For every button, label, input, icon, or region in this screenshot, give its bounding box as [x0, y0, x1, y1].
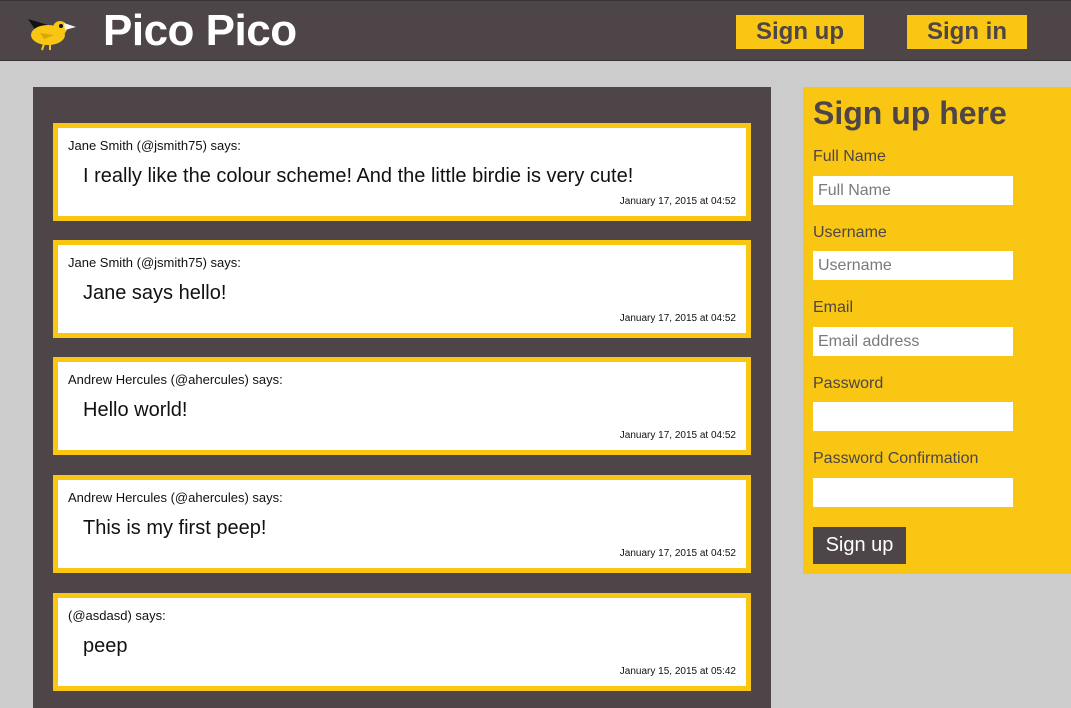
brand-title[interactable]: Pico Pico: [103, 5, 297, 57]
signup-submit-button[interactable]: Sign up: [813, 527, 906, 564]
peep-author: Andrew Hercules (@ahercules) says:: [68, 490, 283, 505]
peep-timestamp: January 15, 2015 at 05:42: [619, 666, 736, 677]
username-label: Username: [813, 224, 887, 241]
password-label: Password: [813, 375, 884, 392]
peep-author: Jane Smith (@jsmith75) says:: [68, 138, 241, 153]
signup-panel: Sign up here Full Name Username Email Pa…: [803, 87, 1071, 574]
peep-message: Jane says hello!: [83, 282, 227, 304]
username-input[interactable]: [813, 251, 1013, 280]
peep-timestamp: January 17, 2015 at 04:52: [619, 430, 736, 441]
peep-author: Jane Smith (@jsmith75) says:: [68, 255, 241, 270]
peep-message: peep: [83, 635, 128, 657]
header-signin-button[interactable]: Sign in: [907, 15, 1027, 49]
password-input[interactable]: [813, 402, 1013, 431]
peep-timestamp: January 17, 2015 at 04:52: [619, 196, 736, 207]
header-signup-button[interactable]: Sign up: [736, 15, 864, 49]
peep-card: Jane Smith (@jsmith75) says: Jane says h…: [53, 240, 751, 338]
peep-card: Andrew Hercules (@ahercules) says: Hello…: [53, 357, 751, 455]
peep-author: (@asdasd) says:: [68, 608, 166, 623]
peep-message: Hello world!: [83, 399, 188, 421]
full-name-label: Full Name: [813, 148, 886, 165]
peep-feed: Jane Smith (@jsmith75) says: I really li…: [33, 87, 771, 708]
peep-card: Andrew Hercules (@ahercules) says: This …: [53, 475, 751, 573]
full-name-input[interactable]: [813, 176, 1013, 205]
peep-card: Jane Smith (@jsmith75) says: I really li…: [53, 123, 751, 221]
password-confirmation-input[interactable]: [813, 478, 1013, 507]
email-input[interactable]: [813, 327, 1013, 356]
signup-form-title: Sign up here: [813, 95, 1007, 131]
email-label: Email: [813, 299, 854, 316]
peep-timestamp: January 17, 2015 at 04:52: [619, 548, 736, 559]
peep-card: (@asdasd) says: peep January 15, 2015 at…: [53, 593, 751, 691]
peep-timestamp: January 17, 2015 at 04:52: [619, 313, 736, 324]
password-confirmation-label: Password Confirmation: [813, 450, 979, 467]
peep-message: This is my first peep!: [83, 517, 267, 539]
top-navbar: Pico Pico Sign up Sign in: [0, 0, 1071, 61]
peep-author: Andrew Hercules (@ahercules) says:: [68, 372, 283, 387]
bird-icon[interactable]: [26, 13, 76, 53]
peep-message: I really like the colour scheme! And the…: [83, 165, 634, 187]
